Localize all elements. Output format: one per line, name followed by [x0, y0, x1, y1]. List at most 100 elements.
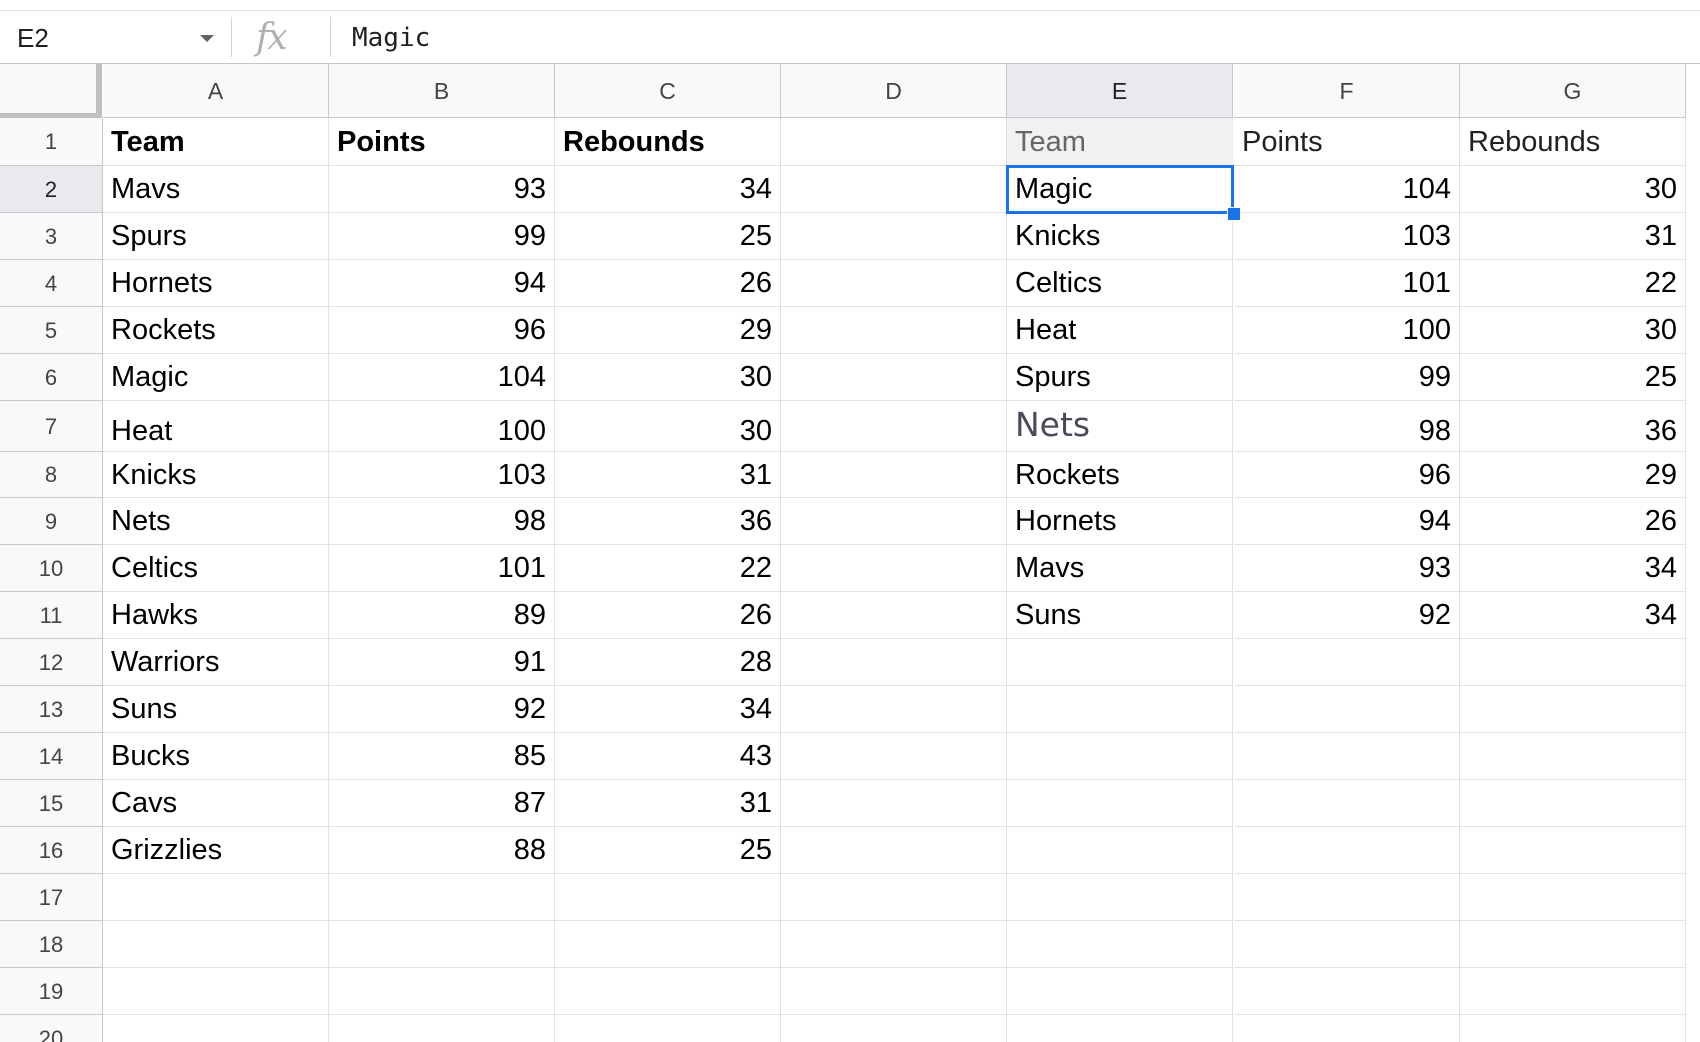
cell-g12[interactable] — [1460, 639, 1686, 686]
cell-f20[interactable] — [1234, 1015, 1460, 1042]
cell-a7[interactable]: Heat — [103, 401, 329, 452]
cell-e15[interactable] — [1007, 780, 1233, 827]
cell-a17[interactable] — [103, 874, 329, 921]
cell-b5[interactable]: 96 — [329, 307, 555, 354]
cell-d6[interactable] — [781, 354, 1007, 401]
cell-c2[interactable]: 34 — [555, 166, 781, 213]
row-header-12[interactable]: 12 — [0, 639, 103, 686]
header-cell-f1[interactable]: Points — [1234, 118, 1460, 166]
cell-d19[interactable] — [781, 968, 1007, 1015]
cell-f2[interactable]: 104 — [1234, 166, 1460, 213]
cell-c8[interactable]: 31 — [555, 452, 781, 498]
cell-d12[interactable] — [781, 639, 1007, 686]
cell-g15[interactable] — [1460, 780, 1686, 827]
cell-c3[interactable]: 25 — [555, 213, 781, 260]
column-header-d[interactable]: D — [781, 64, 1007, 118]
row-header-7[interactable]: 7 — [0, 401, 103, 452]
cell-b13[interactable]: 92 — [329, 686, 555, 733]
cell-c16[interactable]: 25 — [555, 827, 781, 874]
row-header-20[interactable]: 20 — [0, 1015, 103, 1042]
header-cell-a1[interactable]: Team — [103, 118, 329, 166]
cell-e12[interactable] — [1007, 639, 1233, 686]
cell-a6[interactable]: Magic — [103, 354, 329, 401]
cell-g19[interactable] — [1460, 968, 1686, 1015]
cell-a3[interactable]: Spurs — [103, 213, 329, 260]
cell-d10[interactable] — [781, 545, 1007, 592]
cell-d16[interactable] — [781, 827, 1007, 874]
cell-b10[interactable]: 101 — [329, 545, 555, 592]
cell-a11[interactable]: Hawks — [103, 592, 329, 639]
cell-a14[interactable]: Bucks — [103, 733, 329, 780]
cell-b19[interactable] — [329, 968, 555, 1015]
cell-g10[interactable]: 34 — [1460, 545, 1686, 592]
cell-e3[interactable]: Knicks — [1007, 213, 1233, 260]
cell-g5[interactable]: 30 — [1460, 307, 1686, 354]
cell-b7[interactable]: 100 — [329, 401, 555, 452]
cell-e2[interactable]: Magic — [1007, 166, 1233, 213]
row-header-4[interactable]: 4 — [0, 260, 103, 307]
row-header-2[interactable]: 2 — [0, 166, 103, 213]
cell-e11[interactable]: Suns — [1007, 592, 1233, 639]
cell-f8[interactable]: 96 — [1234, 452, 1460, 498]
row-header-10[interactable]: 10 — [0, 545, 103, 592]
cell-c10[interactable]: 22 — [555, 545, 781, 592]
cell-e18[interactable] — [1007, 921, 1233, 968]
cell-g6[interactable]: 25 — [1460, 354, 1686, 401]
row-header-3[interactable]: 3 — [0, 213, 103, 260]
header-cell-b1[interactable]: Points — [329, 118, 555, 166]
cell-d20[interactable] — [781, 1015, 1007, 1042]
row-header-5[interactable]: 5 — [0, 307, 103, 354]
fill-handle[interactable] — [1227, 207, 1241, 221]
cell-a5[interactable]: Rockets — [103, 307, 329, 354]
cell-d15[interactable] — [781, 780, 1007, 827]
cell-f18[interactable] — [1234, 921, 1460, 968]
cell-c14[interactable]: 43 — [555, 733, 781, 780]
cell-a18[interactable] — [103, 921, 329, 968]
cell-d11[interactable] — [781, 592, 1007, 639]
cell-f12[interactable] — [1234, 639, 1460, 686]
cell-b17[interactable] — [329, 874, 555, 921]
name-box[interactable]: E2 — [0, 11, 230, 63]
cell-d8[interactable] — [781, 452, 1007, 498]
cell-e17[interactable] — [1007, 874, 1233, 921]
header-cell-g1[interactable]: Rebounds — [1460, 118, 1686, 166]
cell-g11[interactable]: 34 — [1460, 592, 1686, 639]
cell-e6[interactable]: Spurs — [1007, 354, 1233, 401]
cell-b2[interactable]: 93 — [329, 166, 555, 213]
cell-c18[interactable] — [555, 921, 781, 968]
cell-c11[interactable]: 26 — [555, 592, 781, 639]
cell-e19[interactable] — [1007, 968, 1233, 1015]
row-header-15[interactable]: 15 — [0, 780, 103, 827]
cell-e8[interactable]: Rockets — [1007, 452, 1233, 498]
cell-e10[interactable]: Mavs — [1007, 545, 1233, 592]
row-header-13[interactable]: 13 — [0, 686, 103, 733]
cell-g20[interactable] — [1460, 1015, 1686, 1042]
header-cell-c1[interactable]: Rebounds — [555, 118, 781, 166]
cell-c5[interactable]: 29 — [555, 307, 781, 354]
cell-d5[interactable] — [781, 307, 1007, 354]
cell-e20[interactable] — [1007, 1015, 1233, 1042]
cell-f13[interactable] — [1234, 686, 1460, 733]
cell-b6[interactable]: 104 — [329, 354, 555, 401]
row-header-18[interactable]: 18 — [0, 921, 103, 968]
cell-g8[interactable]: 29 — [1460, 452, 1686, 498]
column-header-f[interactable]: F — [1234, 64, 1460, 118]
cell-e7[interactable]: Nets — [1007, 401, 1233, 452]
column-header-a[interactable]: A — [103, 64, 329, 118]
cell-f6[interactable]: 99 — [1234, 354, 1460, 401]
cell-g4[interactable]: 22 — [1460, 260, 1686, 307]
cell-g16[interactable] — [1460, 827, 1686, 874]
cell-f4[interactable]: 101 — [1234, 260, 1460, 307]
cell-a13[interactable]: Suns — [103, 686, 329, 733]
cell-f9[interactable]: 94 — [1234, 498, 1460, 545]
cell-a15[interactable]: Cavs — [103, 780, 329, 827]
cell-f16[interactable] — [1234, 827, 1460, 874]
cell-b3[interactable]: 99 — [329, 213, 555, 260]
cell-f15[interactable] — [1234, 780, 1460, 827]
cell-b16[interactable]: 88 — [329, 827, 555, 874]
cell-d14[interactable] — [781, 733, 1007, 780]
column-header-g[interactable]: G — [1460, 64, 1686, 118]
cell-a20[interactable] — [103, 1015, 329, 1042]
cell-d4[interactable] — [781, 260, 1007, 307]
row-header-16[interactable]: 16 — [0, 827, 103, 874]
